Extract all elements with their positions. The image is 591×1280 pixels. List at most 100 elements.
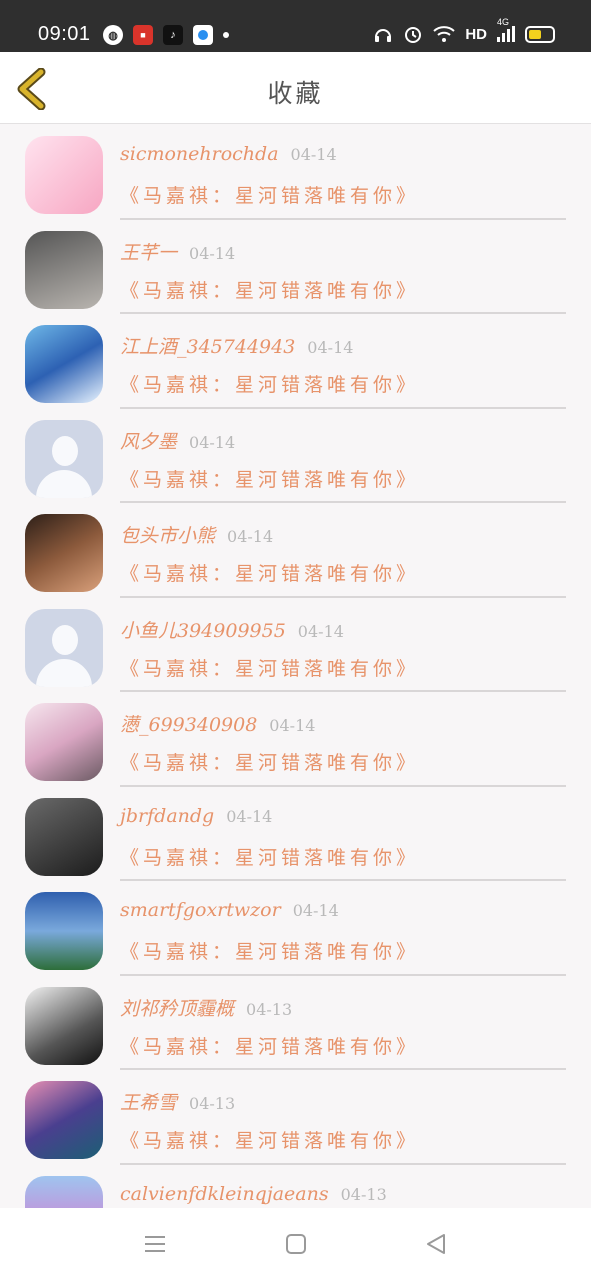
favorite-title: 《马嘉祺：星河错落唯有你》	[120, 1130, 420, 1152]
alarm-icon	[405, 27, 422, 43]
avatar[interactable]	[25, 325, 103, 403]
default-avatar[interactable]	[25, 419, 103, 498]
list-item[interactable]: 江上酒_345744943 04-14 《马嘉祺：星河错落唯有你》	[0, 314, 591, 409]
user-name: jbrfdandg	[120, 804, 215, 827]
list-item[interactable]: 包头市小熊 04-14 《马嘉祺：星河错落唯有你》	[0, 503, 591, 598]
user-name: 刘祁矜顶霾概	[120, 997, 235, 1020]
avatar-head-shape	[52, 435, 78, 466]
favorite-title: 《马嘉祺：星河错落唯有你》	[120, 468, 420, 491]
user-name: smartfgoxrtwzor	[120, 899, 281, 921]
status-time: 09:01	[38, 23, 91, 45]
user-line: calvienfdkleinqjaeans 04-13	[120, 1183, 387, 1205]
avatar[interactable]	[25, 136, 103, 214]
avatar[interactable]	[25, 986, 103, 1065]
user-name: 江上酒_345744943	[120, 336, 296, 358]
user-line: 懑_699340908 04-14	[120, 710, 315, 737]
avatar[interactable]	[25, 1175, 103, 1208]
globe-icon: ◍	[103, 25, 123, 45]
list-item[interactable]: 刘祁矜顶霾概 04-13 《马嘉祺：星河错落唯有你》	[0, 976, 591, 1070]
favorite-date: 04-14	[189, 243, 236, 263]
cellular-label: 4G	[497, 17, 510, 27]
favorite-title: 《马嘉祺：星河错落唯有你》	[120, 374, 420, 396]
favorite-date: 04-14	[226, 806, 273, 826]
notification-icons: ◍ ■ ♪	[103, 25, 229, 45]
avatar[interactable]	[25, 797, 103, 876]
avatar[interactable]	[25, 1081, 103, 1159]
favorite-date: 04-14	[297, 621, 344, 641]
user-line: smartfgoxrtwzor 04-14	[120, 899, 339, 921]
system-icons: HD 4G	[373, 17, 555, 44]
user-line: jbrfdandg 04-14	[120, 805, 272, 827]
favorite-title: 《马嘉祺：星河错落唯有你》	[120, 185, 420, 207]
favorite-title: 《马嘉祺：星河错落唯有你》	[120, 563, 420, 585]
blue-app-icon	[193, 25, 213, 45]
user-line: 刘祁矜顶霾概 04-13	[120, 994, 292, 1021]
user-line: 江上酒_345744943 04-14	[120, 332, 353, 359]
user-name: 懑_699340908	[120, 714, 258, 736]
favorite-date: 04-14	[269, 716, 316, 735]
list-item[interactable]: 风夕墨 04-14 《马嘉祺：星河错落唯有你》	[0, 409, 591, 503]
favorite-date: 04-13	[246, 999, 293, 1019]
battery-icon	[525, 25, 555, 43]
favorite-title: 《马嘉祺：星河错落唯有你》	[120, 752, 420, 774]
signal-bars	[497, 26, 515, 42]
user-line: sicmonehrochda 04-14	[120, 143, 337, 165]
list-item[interactable]: 小鱼儿394909955 04-14 《马嘉祺：星河错落唯有你》	[0, 598, 591, 692]
favorite-date: 04-14	[189, 432, 236, 452]
user-line: 王芊一 04-14	[120, 238, 235, 265]
favorite-date: 04-14	[227, 527, 274, 546]
signal-icon: 4G	[497, 17, 515, 42]
user-name: 包头市小熊	[120, 525, 216, 547]
tiktok-icon: ♪	[163, 25, 183, 45]
list-item[interactable]: 王希雪 04-13 《马嘉祺：星河错落唯有你》	[0, 1070, 591, 1165]
favorite-date: 04-14	[290, 145, 337, 164]
avatar-body-shape	[36, 469, 92, 498]
list-item[interactable]: calvienfdkleinqjaeans 04-13	[0, 1165, 591, 1208]
avatar[interactable]	[25, 703, 103, 781]
list-item[interactable]: jbrfdandg 04-14 《马嘉祺：星河错落唯有你》	[0, 787, 591, 881]
avatar[interactable]	[25, 230, 103, 309]
user-name: 风夕墨	[120, 430, 178, 453]
avatar[interactable]	[25, 892, 103, 970]
list-item[interactable]: 王芊一 04-14 《马嘉祺：星河错落唯有你》	[0, 220, 591, 314]
header: 收藏	[0, 52, 591, 124]
home-icon[interactable]	[283, 1232, 309, 1256]
avatar-head-shape	[52, 624, 78, 655]
favorite-title: 《马嘉祺：星河错落唯有你》	[120, 279, 420, 302]
favorite-date: 04-14	[307, 338, 354, 357]
system-nav-bar	[0, 1208, 591, 1280]
user-name: 小鱼儿394909955	[120, 619, 286, 642]
favorite-title: 《马嘉祺：星河错落唯有你》	[120, 846, 420, 869]
user-line: 包头市小熊 04-14	[120, 521, 273, 548]
user-name: sicmonehrochda	[120, 143, 279, 165]
red-app-icon: ■	[133, 25, 153, 45]
menu-icon[interactable]	[142, 1232, 168, 1256]
more-notifications-dot	[223, 32, 229, 38]
default-avatar[interactable]	[25, 608, 103, 687]
battery-level	[529, 29, 542, 39]
user-line: 王希雪 04-13	[120, 1088, 235, 1115]
list-item[interactable]: sicmonehrochda 04-14 《马嘉祺：星河错落唯有你》	[0, 125, 591, 220]
favorite-date: 04-13	[189, 1094, 236, 1113]
headphones-icon	[375, 29, 392, 42]
status-bar: 09:01 ◍ ■ ♪ HD 4G	[0, 0, 591, 52]
avatar[interactable]	[25, 514, 103, 592]
list-item[interactable]: smartfgoxrtwzor 04-14 《马嘉祺：星河错落唯有你》	[0, 881, 591, 976]
favorite-title: 《马嘉祺：星河错落唯有你》	[120, 657, 420, 680]
favorite-title: 《马嘉祺：星河错落唯有你》	[120, 941, 420, 963]
network-type: HD	[465, 25, 487, 43]
user-name: calvienfdkleinqjaeans	[120, 1182, 329, 1205]
favorites-list[interactable]: sicmonehrochda 04-14 《马嘉祺：星河错落唯有你》 王芊一 04-14…	[0, 125, 591, 1208]
user-name: 王希雪	[120, 1092, 178, 1114]
list-item[interactable]: 懑_699340908 04-14 《马嘉祺：星河错落唯有你》	[0, 692, 591, 787]
avatar-body-shape	[36, 658, 92, 687]
favorite-date: 04-13	[340, 1184, 387, 1204]
favorite-date: 04-14	[292, 901, 339, 920]
user-line: 小鱼儿394909955 04-14	[120, 616, 344, 643]
user-line: 风夕墨 04-14	[120, 427, 235, 454]
user-name: 王芊一	[120, 241, 178, 264]
favorite-title: 《马嘉祺：星河错落唯有你》	[120, 1035, 420, 1058]
wifi-icon	[433, 26, 455, 42]
page-title: 收藏	[267, 79, 324, 108]
back-triangle-icon[interactable]	[423, 1232, 449, 1256]
